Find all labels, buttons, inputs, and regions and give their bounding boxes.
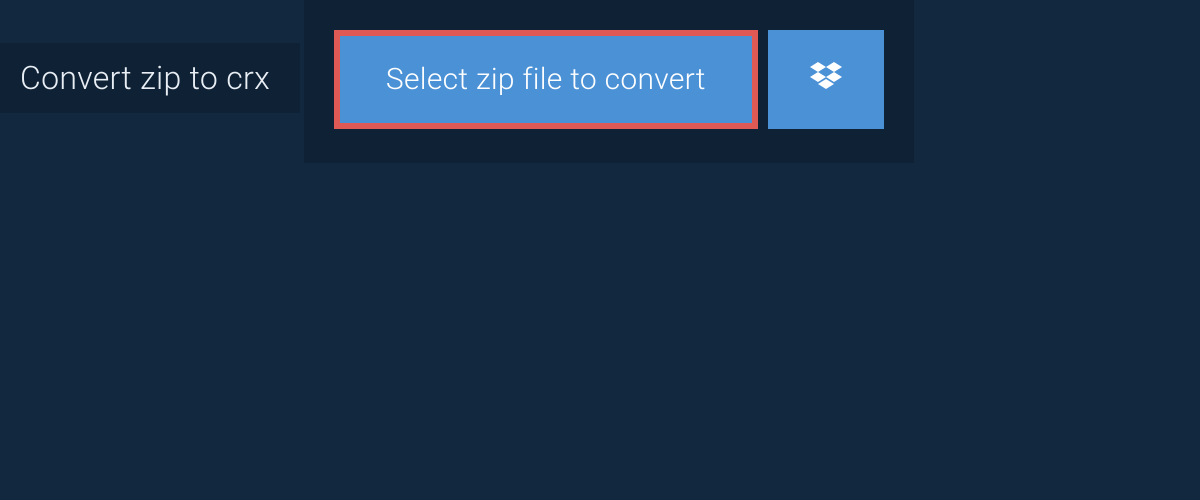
page-title: Convert zip to crx (20, 59, 270, 97)
dropbox-icon (806, 58, 846, 101)
select-file-button[interactable]: Select zip file to convert (334, 30, 758, 129)
tab-header: Convert zip to crx (0, 43, 300, 113)
button-row: Select zip file to convert (334, 30, 884, 129)
select-file-label: Select zip file to convert (386, 62, 706, 97)
upload-panel: Select zip file to convert (304, 0, 914, 163)
dropbox-button[interactable] (768, 30, 884, 129)
